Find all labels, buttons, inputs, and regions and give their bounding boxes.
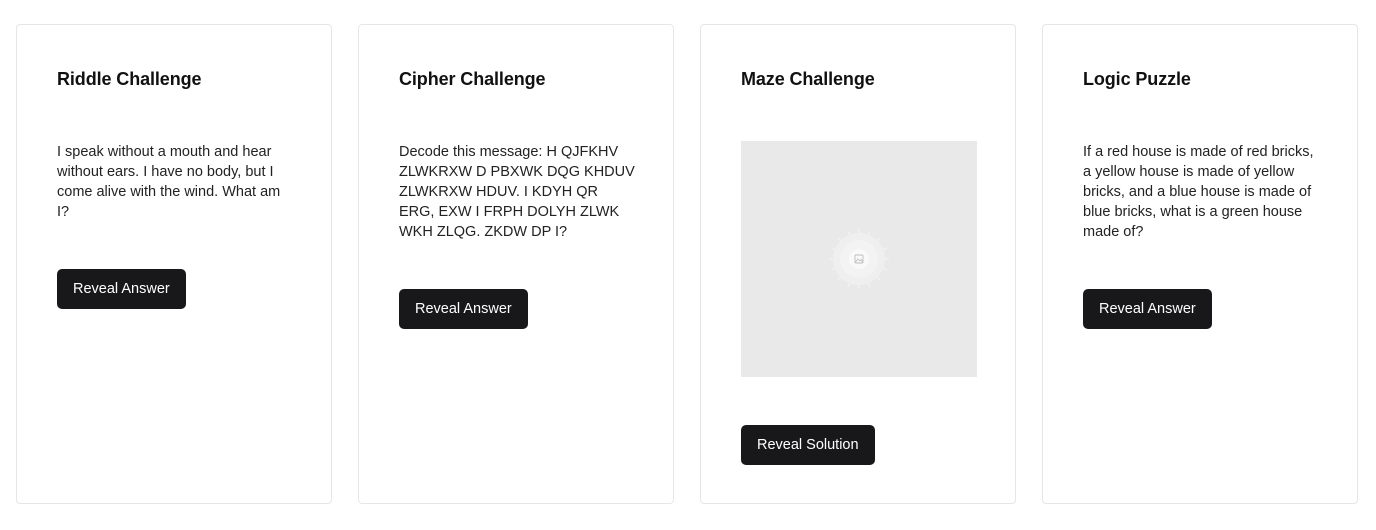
maze-image-placeholder [741, 141, 977, 377]
reveal-answer-button[interactable]: Reveal Answer [1083, 289, 1212, 329]
card-title: Maze Challenge [741, 69, 875, 89]
cipher-card: Cipher Challenge Decode this message: H … [358, 24, 674, 504]
card-title: Cipher Challenge [399, 69, 546, 89]
reveal-answer-button[interactable]: Reveal Answer [399, 289, 528, 329]
maze-card: Maze Challenge Reveal Solution [700, 24, 1016, 504]
card-title: Riddle Challenge [57, 69, 202, 89]
logic-puzzle-card: Logic Puzzle If a red house is made of r… [1042, 24, 1358, 504]
riddle-card: Riddle Challenge I speak without a mouth… [16, 24, 332, 504]
card-text: I speak without a mouth and hear without… [57, 144, 281, 220]
reveal-answer-button[interactable]: Reveal Answer [57, 269, 186, 309]
card-text: Decode this message: H QJFKHV ZLWKRXW D … [399, 144, 635, 240]
image-placeholder-icon [829, 229, 889, 289]
reveal-solution-button[interactable]: Reveal Solution [741, 425, 875, 465]
card-text: If a red house is made of red bricks, a … [1083, 144, 1314, 240]
card-title: Logic Puzzle [1083, 69, 1191, 89]
